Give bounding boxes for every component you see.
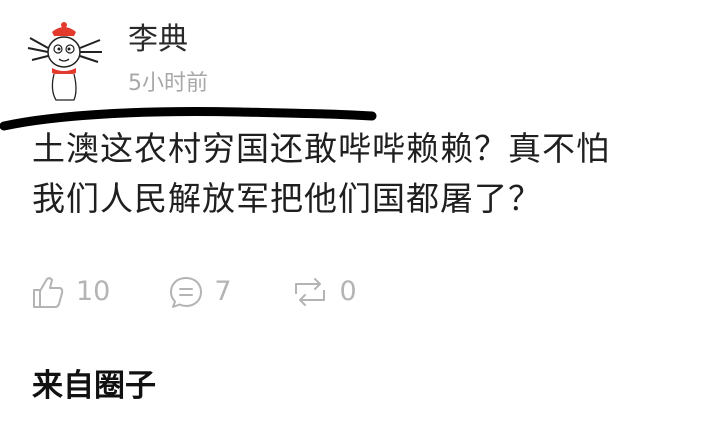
thumbs-up-icon [33, 277, 64, 308]
repost-arrows-icon [294, 278, 325, 306]
post-content-line: 我们人民解放军把他们国都屠了？ [32, 179, 542, 218]
repost-button[interactable]: 0 [290, 274, 357, 310]
comment-bubble-icon [170, 277, 203, 308]
cartoon-avatar-icon [27, 22, 102, 101]
author-name[interactable]: 李典 [128, 20, 188, 60]
post-card: 李典 5小时前 土澳这农村穷国还敢哔哔赖赖？真不怕 我们人民解放军把他们国都屠了… [0, 0, 720, 425]
comment-count: 7 [214, 276, 232, 307]
post-timestamp: 5小时前 [128, 71, 208, 96]
comment-button[interactable]: 7 [168, 274, 232, 310]
action-bar: 10 7 0 [30, 270, 415, 314]
repost-count: 0 [339, 276, 357, 307]
like-count: 10 [76, 276, 111, 307]
avatar[interactable] [22, 18, 106, 102]
post-content-line: 土澳这农村穷国还敢哔哔赖赖？真不怕 [32, 129, 610, 168]
post-content: 土澳这农村穷国还敢哔哔赖赖？真不怕 我们人民解放军把他们国都屠了？ [32, 124, 692, 224]
like-button[interactable]: 10 [30, 274, 110, 310]
post-source-label[interactable]: 来自圈子 [32, 366, 156, 406]
